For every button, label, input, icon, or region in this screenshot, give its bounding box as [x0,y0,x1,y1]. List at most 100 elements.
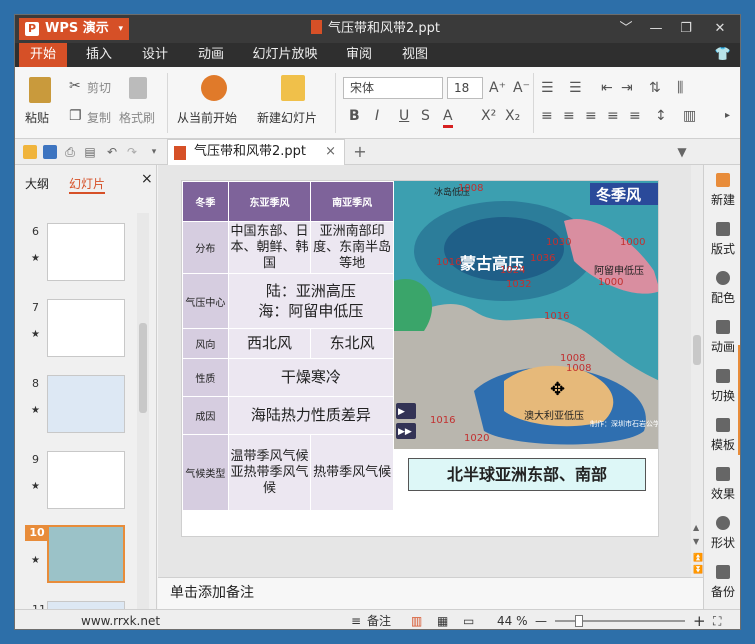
align-center-icon[interactable]: ≡ [563,107,575,125]
zoom-level: 44 % [497,614,528,628]
winter-monsoon-map: 冰岛低压 蒙古高压 阿留申低压 澳大利亚低压 1008 1000 1016 10… [394,181,659,449]
notes-icon[interactable]: ≡ [351,610,361,629]
new-slide-button[interactable]: 新建幻灯片 [257,109,317,126]
fit-window-icon[interactable]: ⛶ [713,610,721,629]
scroll-down-icon[interactable]: ▼ [693,537,699,546]
next-slide-icon[interactable]: ⏬ [693,565,703,574]
format-painter-button[interactable]: 格式刷 [119,109,155,126]
subscript-button[interactable]: X₂ [505,107,520,125]
underline-button[interactable]: U [399,107,409,125]
ribbon-toolbar: 粘贴 ✂ 剪切 ❐ 复制 格式刷 从当前开始 新建幻灯片 宋体 18 A⁺ A⁻… [15,67,740,139]
notes-area[interactable]: 单击添加备注 [158,577,703,609]
next-button-icon[interactable]: ▶▶ [398,427,412,437]
thumbnail-scrollbar[interactable] [137,213,149,613]
maximize-button[interactable]: ❐ [671,15,701,43]
tab-animation[interactable]: 动画 [189,43,233,67]
tab-review[interactable]: 审阅 [337,43,381,67]
line-spacing-icon[interactable]: ↕ [655,107,667,125]
table-header: 冬季 [182,181,229,222]
align-left-icon[interactable]: ≡ [541,107,553,125]
tab-design[interactable]: 设计 [133,43,177,67]
template-button[interactable]: 模板 [704,418,740,453]
minimize-button[interactable]: — [641,15,671,43]
skin-icon[interactable]: 👕 [713,43,733,67]
align-text-icon[interactable]: ⫼ [677,79,683,97]
ribbon-scroll-icon[interactable]: ▸ [725,107,730,125]
font-size-select[interactable]: 18 [447,77,483,99]
color-scheme-button[interactable]: 配色 [704,271,740,306]
isobar-label: 1016 [430,415,455,426]
zoom-out-button[interactable]: — [535,610,547,629]
isobar-label: 1008 [458,183,483,194]
cut-button[interactable]: 剪切 [87,79,111,96]
tab-slides[interactable]: 幻灯片 [69,175,106,194]
shapes-button[interactable]: 形状 [704,516,740,551]
reading-view-icon[interactable]: ▭ [463,610,474,629]
from-current-button[interactable]: 从当前开始 [177,109,237,126]
shadow-icon[interactable]: S [421,107,430,125]
animation-star-icon [716,320,730,334]
scroll-up-icon[interactable]: ▲ [693,523,699,532]
align-right-icon[interactable]: ≡ [585,107,597,125]
superscript-button[interactable]: X² [481,107,496,125]
customize-dropdown-icon[interactable]: ▾ [147,145,161,159]
tab-view[interactable]: 视图 [393,43,437,67]
bold-button[interactable]: B [349,107,360,125]
app-menu-button[interactable]: P WPS 演示 ▾ [19,18,129,40]
close-button[interactable]: ✕ [705,15,735,43]
italic-button[interactable]: I [375,107,379,125]
map-credit: 制作：深圳市石岩公学唐友能 [590,419,659,428]
transition-button[interactable]: 切换 [704,369,740,404]
tab-slideshow[interactable]: 幻灯片放映 [247,43,323,67]
print-preview-icon[interactable]: ▤ [83,145,97,159]
decrease-font-icon[interactable]: A⁻ [513,79,530,97]
text-direction-icon[interactable]: ⇅ [649,79,661,97]
new-button[interactable]: 新建 [704,173,740,208]
slide[interactable]: 冬季 东亚季风 南亚季风 分布 中国东部、日本、朝鲜、韩国 亚洲南部印度、东南半… [181,180,659,537]
justify-icon[interactable]: ≡ [607,107,619,125]
tab-outline[interactable]: 大纲 [25,175,49,192]
increase-indent-icon[interactable]: ⇥ [621,79,633,97]
print-icon[interactable]: ⎙ [63,145,77,159]
font-color-button[interactable]: A [443,107,453,128]
normal-view-icon[interactable]: ▥ [411,610,422,629]
open-icon[interactable] [23,145,37,159]
effects-button[interactable]: 效果 [704,467,740,502]
tab-list-icon[interactable]: ▼ [675,145,689,159]
layout-button[interactable]: 版式 [704,222,740,257]
slides-panel: 大纲 幻灯片 × 6 ★ 7 ★ 8 ★ 9 ★ 10 ★ 11 [15,165,157,629]
copy-button[interactable]: 复制 [87,109,111,126]
tab-insert[interactable]: 插入 [77,43,121,67]
new-tab-button[interactable]: + [353,144,367,160]
document-tab[interactable]: 气压带和风带2.ppt × [167,139,345,165]
slide-sorter-icon[interactable]: ▦ [437,610,448,629]
paste-button[interactable]: 粘贴 [25,109,49,126]
canvas-scrollbar[interactable]: ▲ ▼ ⏫ ⏬ [691,165,703,577]
save-icon[interactable] [43,145,57,159]
distribute-icon[interactable]: ≡ [629,107,641,125]
close-panel-icon[interactable]: × [141,171,153,187]
zoom-slider-thumb[interactable] [575,615,583,627]
collapse-ribbon-button[interactable]: ﹀ [611,15,641,43]
bullet-list-icon[interactable]: ☰ [541,79,554,97]
redo-icon[interactable]: ↷ [125,145,139,159]
animation-button[interactable]: 动画 [704,320,740,355]
play-button-icon[interactable]: ▶ [398,407,412,417]
isobar-label: 1030 [546,237,571,248]
slide-7-preview [47,299,125,357]
row-label: 气候类型 [182,434,229,511]
decrease-indent-icon[interactable]: ⇤ [601,79,613,97]
prev-slide-icon[interactable]: ⏫ [693,553,703,562]
font-name-select[interactable]: 宋体 [343,77,443,99]
table-cell: 海陆热力性质差异 [227,396,395,435]
zoom-in-button[interactable]: + [693,610,706,629]
columns-icon[interactable]: ▥ [683,107,696,125]
backup-button[interactable]: 备份 [704,565,740,600]
isobar-label: 1024 [500,265,525,276]
numbered-list-icon[interactable]: ☰ [569,79,582,97]
increase-font-icon[interactable]: A⁺ [489,79,506,97]
tab-home[interactable]: 开始 [19,43,67,67]
close-tab-icon[interactable]: × [325,140,336,164]
notes-toggle-button[interactable]: 备注 [367,610,391,629]
undo-icon[interactable]: ↶ [105,145,119,159]
